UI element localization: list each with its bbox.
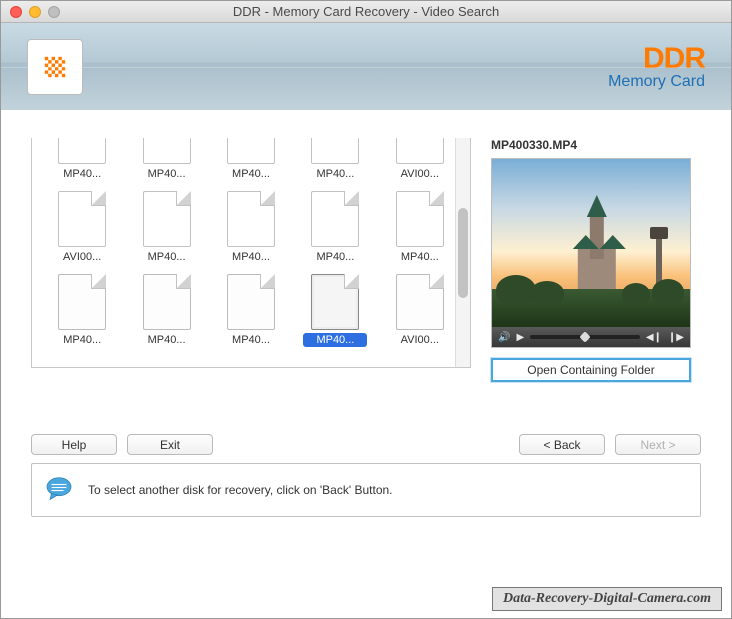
file-thumb-icon bbox=[58, 191, 106, 247]
file-label: MP40... bbox=[303, 333, 367, 347]
content-area: MP40... MP40... MP40... MP40... AVI00... AVI0… bbox=[1, 110, 731, 392]
video-player-bar: 🔊 ▶ ◀❙ ❙▶ bbox=[492, 327, 690, 347]
file-thumb-icon bbox=[311, 274, 359, 330]
file-item[interactable]: MP40... bbox=[299, 138, 371, 181]
file-grid-scrollbar[interactable] bbox=[455, 138, 470, 367]
info-bar: To select another disk for recovery, cli… bbox=[31, 463, 701, 517]
file-item[interactable]: MP40... bbox=[215, 274, 287, 347]
play-icon[interactable]: ▶ bbox=[516, 332, 524, 343]
file-thumb-icon bbox=[227, 274, 275, 330]
file-thumb-icon bbox=[58, 138, 106, 164]
zoom-window-icon bbox=[48, 6, 60, 18]
file-label: MP40... bbox=[135, 250, 199, 264]
window-title: DDR - Memory Card Recovery - Video Searc… bbox=[1, 4, 731, 19]
exit-button[interactable]: Exit bbox=[127, 434, 213, 455]
close-window-icon[interactable] bbox=[10, 6, 22, 18]
file-grid-panel: MP40... MP40... MP40... MP40... AVI00... AVI0… bbox=[31, 138, 471, 368]
file-grid: MP40... MP40... MP40... MP40... AVI00... AVI0… bbox=[32, 138, 470, 357]
file-item[interactable]: MP40... bbox=[215, 138, 287, 181]
file-thumb-icon bbox=[396, 274, 444, 330]
file-label: MP40... bbox=[135, 333, 199, 347]
file-item[interactable]: AVI00... bbox=[46, 191, 118, 264]
file-label: MP40... bbox=[303, 167, 367, 181]
file-thumb-icon bbox=[143, 274, 191, 330]
file-label: AVI00... bbox=[50, 250, 114, 264]
video-seek-track[interactable] bbox=[530, 335, 640, 339]
file-label: MP40... bbox=[50, 167, 114, 181]
app-logo-box bbox=[27, 39, 83, 95]
brand-subtitle: Memory Card bbox=[608, 73, 705, 91]
prev-icon[interactable]: ◀❙ bbox=[646, 332, 662, 343]
file-label: MP40... bbox=[135, 167, 199, 181]
file-thumb-icon bbox=[311, 191, 359, 247]
next-button: Next > bbox=[615, 434, 701, 455]
file-label: AVI00... bbox=[388, 167, 452, 181]
brand: DDR Memory Card bbox=[608, 42, 705, 91]
file-label: AVI00... bbox=[388, 333, 452, 347]
file-item[interactable]: MP40... bbox=[384, 191, 456, 264]
file-item[interactable]: AVI00... bbox=[384, 138, 456, 181]
file-thumb-icon bbox=[143, 191, 191, 247]
file-item[interactable]: MP40... bbox=[130, 274, 202, 347]
file-thumb-icon bbox=[58, 274, 106, 330]
scrollbar-thumb[interactable] bbox=[458, 208, 468, 298]
file-thumb-icon bbox=[227, 191, 275, 247]
back-button[interactable]: < Back bbox=[519, 434, 605, 455]
video-frame bbox=[492, 159, 690, 327]
file-item[interactable]: MP40... bbox=[46, 274, 118, 347]
preview-filename: MP400330.MP4 bbox=[491, 138, 701, 152]
video-preview: 🔊 ▶ ◀❙ ❙▶ bbox=[491, 158, 691, 348]
file-label: MP40... bbox=[50, 333, 114, 347]
file-item[interactable]: MP40... bbox=[215, 191, 287, 264]
file-label: MP40... bbox=[388, 250, 452, 264]
file-thumb-icon bbox=[396, 138, 444, 164]
file-thumb-icon bbox=[311, 138, 359, 164]
help-button[interactable]: Help bbox=[31, 434, 117, 455]
open-containing-folder-button[interactable]: Open Containing Folder bbox=[491, 358, 691, 382]
brand-title: DDR bbox=[608, 42, 705, 76]
file-thumb-icon bbox=[227, 138, 275, 164]
file-label: MP40... bbox=[303, 250, 367, 264]
titlebar: DDR - Memory Card Recovery - Video Searc… bbox=[1, 1, 731, 23]
window-controls bbox=[1, 6, 60, 18]
watermark: Data-Recovery-Digital-Camera.com bbox=[492, 587, 722, 611]
file-item[interactable]: MP40... bbox=[130, 191, 202, 264]
file-label: MP40... bbox=[219, 167, 283, 181]
wizard-buttons: Help Exit < Back Next > bbox=[1, 434, 731, 455]
banner: DDR Memory Card bbox=[1, 23, 731, 110]
volume-icon[interactable]: 🔊 bbox=[498, 332, 510, 343]
file-item[interactable]: MP40... bbox=[299, 274, 371, 347]
info-icon bbox=[44, 474, 74, 507]
next-icon[interactable]: ❙▶ bbox=[668, 332, 684, 343]
info-text: To select another disk for recovery, cli… bbox=[88, 483, 393, 497]
app-logo-icon bbox=[38, 50, 72, 84]
file-thumb-icon bbox=[396, 191, 444, 247]
file-item[interactable]: MP40... bbox=[46, 138, 118, 181]
file-item[interactable]: MP40... bbox=[130, 138, 202, 181]
minimize-window-icon[interactable] bbox=[29, 6, 41, 18]
file-label: MP40... bbox=[219, 250, 283, 264]
preview-panel: MP400330.MP4 🔊 ▶ ◀❙ ❙▶ Open Containing F bbox=[491, 138, 701, 382]
file-label: MP40... bbox=[219, 333, 283, 347]
file-item[interactable]: AVI00... bbox=[384, 274, 456, 347]
file-thumb-icon bbox=[143, 138, 191, 164]
file-item[interactable]: MP40... bbox=[299, 191, 371, 264]
